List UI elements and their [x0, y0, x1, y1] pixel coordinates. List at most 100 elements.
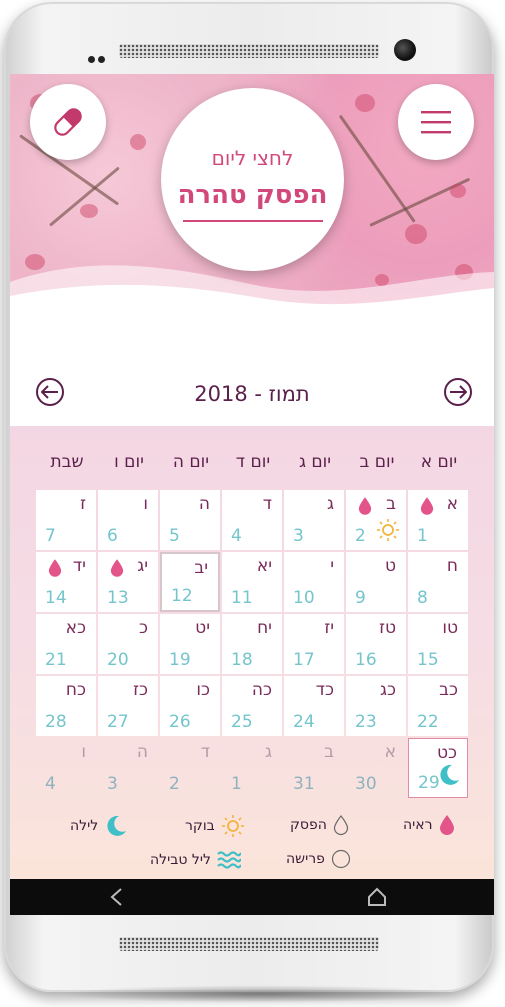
calendar-day[interactable]: ג1 [222, 738, 282, 798]
hebrew-date: ו [143, 494, 148, 514]
calendar-day[interactable]: ג3 [284, 490, 344, 550]
gregorian-date: 26 [169, 712, 191, 732]
calendar-day[interactable]: כד 24 [284, 676, 344, 736]
gregorian-date: 2 [355, 526, 366, 546]
pill-icon [54, 108, 82, 136]
calendar-day[interactable]: יא 11 [222, 552, 282, 612]
gregorian-date: 23 [355, 712, 377, 732]
circle-outline-icon [331, 849, 350, 869]
gregorian-date: 17 [293, 650, 315, 670]
calendar-day[interactable]: כ 20 [98, 614, 158, 674]
calendar-day[interactable]: יב 12 [160, 552, 220, 612]
menu-button[interactable] [398, 84, 474, 160]
hebrew-date: ח [446, 556, 458, 576]
hebrew-date: יד [72, 556, 86, 576]
hebrew-date: ה [136, 742, 148, 762]
calendar-day[interactable]: י 10 [284, 552, 344, 612]
arrow-right-icon [450, 385, 467, 399]
hebrew-date: כג [380, 680, 396, 700]
legend-night-label: לילה [70, 818, 99, 834]
weekday-label: שבת [50, 452, 84, 472]
hebrew-date: כב [439, 680, 458, 700]
legend-morning-label: בוקר [185, 818, 215, 834]
calendar-day[interactable]: יד 14 [36, 552, 96, 612]
legend: ראיה הפסק בוקר לילה פרישה ליל טבילה [10, 814, 494, 884]
calendar-day[interactable]: טז 16 [346, 614, 406, 674]
calendar-day[interactable]: ט9 [346, 552, 406, 612]
moon-icon [107, 815, 127, 836]
legend-separation-label: פרישה [286, 851, 325, 867]
hebrew-date: כט [436, 743, 457, 763]
calendar-day[interactable]: ו6 [98, 490, 158, 550]
gregorian-date: 5 [169, 526, 180, 546]
calendar-day[interactable]: כא 21 [36, 614, 96, 674]
gregorian-date: 7 [45, 526, 56, 546]
calendar-day[interactable]: כה 25 [222, 676, 282, 736]
hebrew-date: כח [65, 680, 86, 700]
hamburger-icon [421, 111, 451, 134]
gregorian-date: 4 [45, 774, 56, 794]
calendar-day[interactable]: ד2 [160, 738, 220, 798]
front-camera [394, 39, 416, 61]
pill-button[interactable] [30, 84, 106, 160]
calendar-day[interactable]: כח 28 [36, 676, 96, 736]
legend-separation: פרישה [286, 849, 351, 869]
calendar-day[interactable]: ח8 [408, 552, 468, 612]
calendar-day[interactable]: ב2 [346, 490, 406, 550]
calendar-day[interactable]: ה3 [98, 738, 158, 798]
hebrew-date: ג [264, 742, 272, 762]
hebrew-date: ב [324, 742, 334, 762]
calendar-day[interactable]: ה5 [160, 490, 220, 550]
calendar-day[interactable]: כב 22 [408, 676, 468, 736]
calendar-day[interactable]: יח 18 [222, 614, 282, 674]
calendar-day[interactable]: ד4 [222, 490, 282, 550]
calendar-day[interactable]: ו4 [36, 738, 96, 798]
next-month-button[interactable] [444, 378, 472, 406]
weekday-header: יום א יום ב יום ג יום ד יום ה יום ו שבת [36, 452, 470, 478]
home-icon[interactable] [367, 887, 387, 907]
bottom-speaker-grill [119, 937, 379, 951]
gregorian-date: 11 [231, 588, 253, 608]
drop-icon [439, 815, 454, 835]
header-title: הפסק טהרה [177, 180, 328, 210]
hebrew-date: יח [257, 618, 272, 638]
hebrew-date: א [446, 494, 458, 514]
hebrew-date: ט [384, 556, 396, 576]
gregorian-date: 19 [169, 650, 191, 670]
calendar-day[interactable]: כו 26 [160, 676, 220, 736]
legend-night: לילה [70, 814, 128, 838]
hebrew-date: ז [80, 494, 86, 514]
calendar-day[interactable]: יז 17 [284, 614, 344, 674]
gregorian-date: 31 [293, 774, 315, 794]
app-screen: לחצי ליום הפסק טהרה תמוז - 2018 יום א יום… [10, 74, 494, 915]
calendar-day[interactable]: כז 27 [98, 676, 158, 736]
sun-icon [376, 518, 400, 546]
hebrew-date: ו [81, 742, 86, 762]
gregorian-date: 20 [107, 650, 129, 670]
back-icon[interactable] [107, 887, 127, 907]
calendar-day[interactable]: ב 31 [284, 738, 344, 798]
calendar-day[interactable]: יט 19 [160, 614, 220, 674]
legend-sighting-label: ראיה [403, 817, 433, 833]
calendar-day[interactable]: כט 29 [408, 738, 468, 798]
calendar-day[interactable]: ז7 [36, 490, 96, 550]
calendar-day[interactable]: טו 15 [408, 614, 468, 674]
hebrew-date: יב [194, 558, 208, 578]
drop-icon [420, 496, 434, 520]
calendar-day[interactable]: כג 23 [346, 676, 406, 736]
legend-immersion: ליל טבילה [150, 849, 241, 871]
weekday-label: יום ג [298, 452, 332, 472]
weekday-label: יום ד [235, 452, 271, 472]
hebrew-date: כז [133, 680, 148, 700]
gregorian-date: 25 [231, 712, 253, 732]
calendar-day[interactable]: א 30 [346, 738, 406, 798]
hebrew-date: יא [256, 556, 272, 576]
weekday-label: יום ו [114, 452, 144, 472]
calendar-day[interactable]: א1 [408, 490, 468, 550]
gregorian-date: 18 [231, 650, 253, 670]
android-nav-bar [10, 879, 494, 915]
calendar-day[interactable]: יג 13 [98, 552, 158, 612]
sun-icon [221, 815, 244, 837]
gregorian-date: 30 [355, 774, 377, 794]
hefsek-tahara-button[interactable]: לחצי ליום הפסק טהרה [161, 88, 344, 271]
